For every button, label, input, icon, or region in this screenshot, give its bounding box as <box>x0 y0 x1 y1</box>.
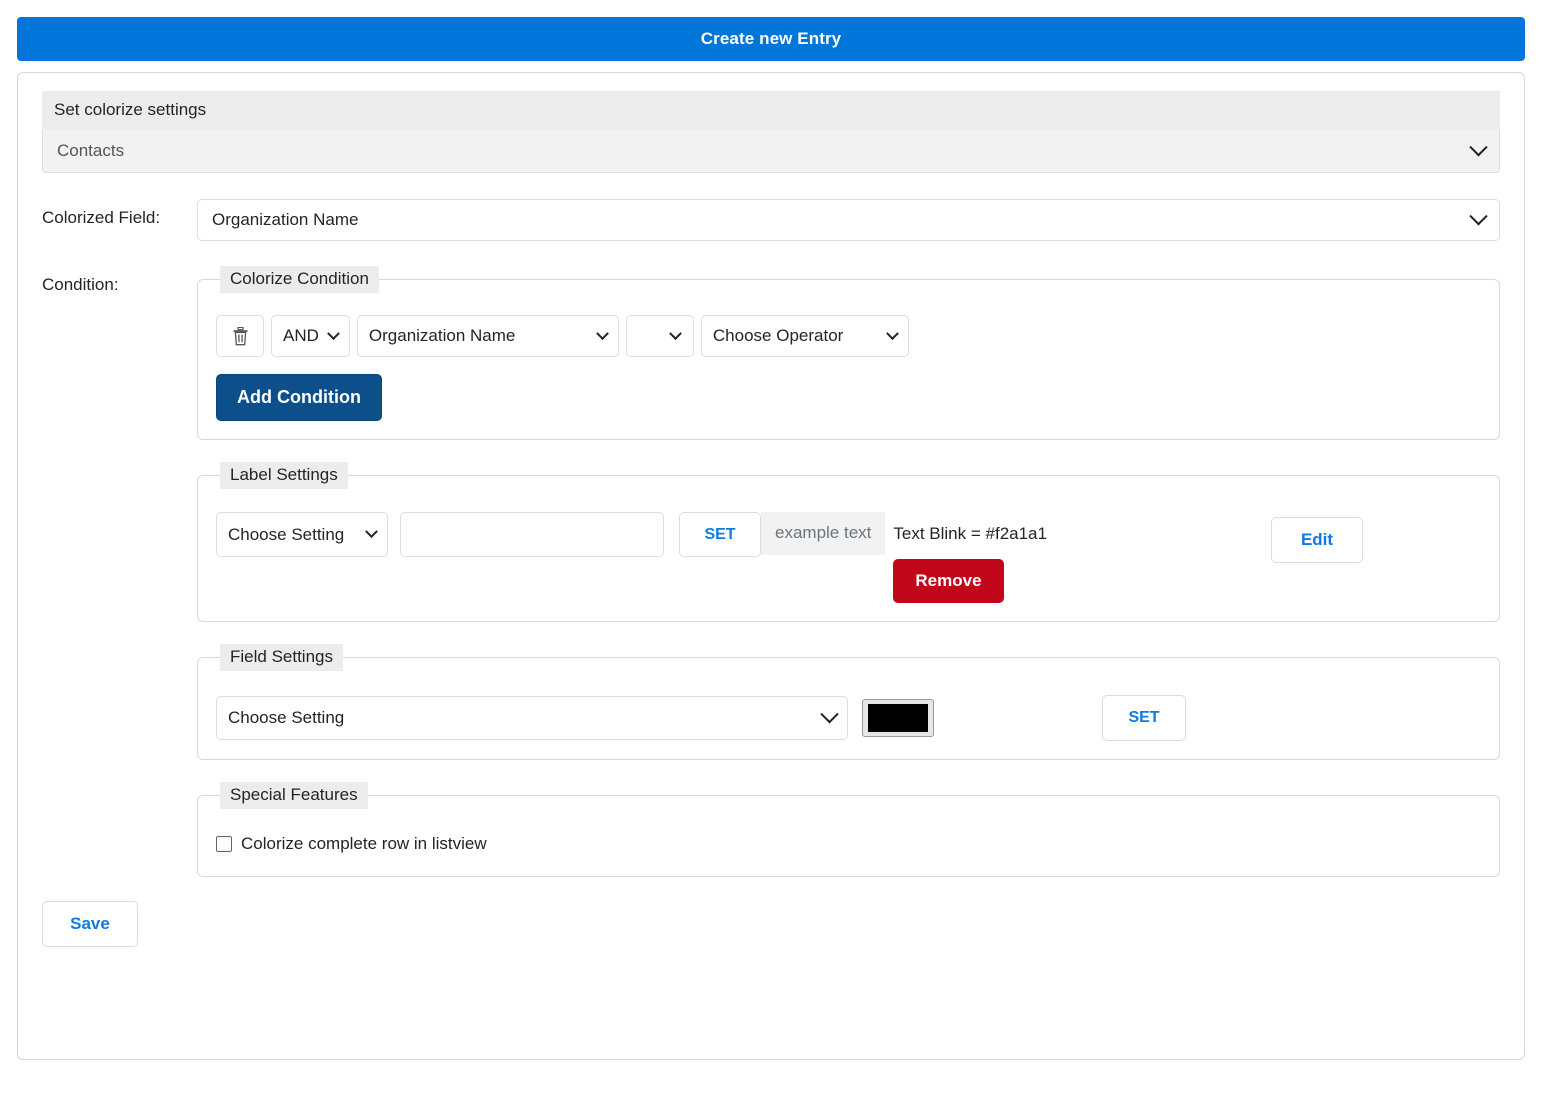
chevron-down-icon <box>596 326 609 340</box>
chevron-down-icon <box>820 704 839 723</box>
field-set-button[interactable]: SET <box>1102 695 1186 741</box>
module-panel-heading: Set colorize settings <box>42 91 1500 130</box>
add-condition-button[interactable]: Add Condition <box>216 374 382 421</box>
page-title: Create new Entry <box>700 29 842 48</box>
condition-field-value: Organization Name <box>368 326 516 345</box>
colorized-field-value: Organization Name <box>212 210 359 229</box>
condition-logic-select[interactable]: AND <box>271 315 350 357</box>
remove-label-setting-button[interactable]: Remove <box>893 559 1004 603</box>
chevron-down-icon <box>886 326 899 340</box>
condition-operator-select[interactable]: Choose Operator <box>700 315 909 357</box>
label-setting-value: Choose Setting <box>228 524 345 544</box>
chevron-down-icon <box>365 525 378 539</box>
label-setting-select[interactable]: Choose Setting <box>216 512 388 557</box>
condition-line: AND Organization Name Choose Operator <box>216 309 1481 357</box>
label-set-button[interactable]: SET <box>679 512 761 557</box>
applied-rule-group: Text Blink = #f2a1a1 Remove <box>885 512 1047 603</box>
special-features-legend: Special Features <box>220 782 368 809</box>
field-settings-legend: Field Settings <box>220 644 343 671</box>
edit-label-setting-button[interactable]: Edit <box>1271 517 1363 563</box>
field-color-swatch-value <box>868 704 928 732</box>
page-header: Create new Entry <box>17 17 1525 61</box>
field-setting-value: Choose Setting <box>228 708 345 727</box>
label-settings-legend: Label Settings <box>220 462 348 489</box>
module-select[interactable]: Contacts <box>42 130 1500 173</box>
label-value-input[interactable] <box>400 512 664 557</box>
condition-subfield-select[interactable] <box>625 315 694 357</box>
colorize-condition-legend: Colorize Condition <box>220 266 379 293</box>
colorize-row-label: Colorize complete row in listview <box>241 834 487 853</box>
module-panel: Set colorize settings Contacts <box>42 91 1500 173</box>
special-features-fieldset: Special Features Colorize complete row i… <box>197 782 1500 877</box>
field-settings-line: Choose Setting SET <box>216 687 1481 741</box>
condition-field-select[interactable]: Organization Name <box>356 315 619 357</box>
condition-label: Condition: <box>42 275 119 294</box>
colorized-field-row: Colorized Field: Organization Name <box>42 199 1500 241</box>
field-setting-select[interactable]: Choose Setting <box>216 696 848 740</box>
chevron-down-icon <box>669 326 682 340</box>
applied-rule-text: Text Blink = #f2a1a1 <box>893 524 1047 543</box>
save-button[interactable]: Save <box>42 901 138 947</box>
colorized-field-select[interactable]: Organization Name <box>197 199 1500 241</box>
label-settings-line: Choose Setting SET example text Text Bli… <box>216 505 1481 603</box>
trash-icon <box>233 326 247 345</box>
condition-logic-value: AND <box>283 326 319 345</box>
entry-form-card: Set colorize settings Contacts Colorized… <box>17 72 1525 1060</box>
delete-condition-button[interactable] <box>216 315 264 357</box>
chevron-down-icon <box>327 326 340 340</box>
settings-column: Colorize Condition AND Organization Name… <box>197 266 1500 877</box>
chevron-down-icon <box>1469 206 1488 225</box>
colorize-row-checkbox[interactable] <box>216 836 232 852</box>
field-settings-fieldset: Field Settings Choose Setting SET <box>197 644 1500 760</box>
condition-operator-value: Choose Operator <box>712 326 844 345</box>
colorize-row-option: Colorize complete row in listview <box>216 825 1481 858</box>
example-text-preview: example text <box>761 512 886 555</box>
chevron-down-icon <box>1469 137 1488 156</box>
label-settings-fieldset: Label Settings Choose Setting SET exampl… <box>197 462 1500 622</box>
module-select-value: Contacts <box>57 141 125 160</box>
field-color-picker[interactable] <box>862 699 934 737</box>
colorized-field-label: Colorized Field: <box>42 208 161 227</box>
colorize-condition-fieldset: Colorize Condition AND Organization Name… <box>197 266 1500 440</box>
condition-row: Condition: Colorize Condition AND Organi… <box>42 266 1500 877</box>
